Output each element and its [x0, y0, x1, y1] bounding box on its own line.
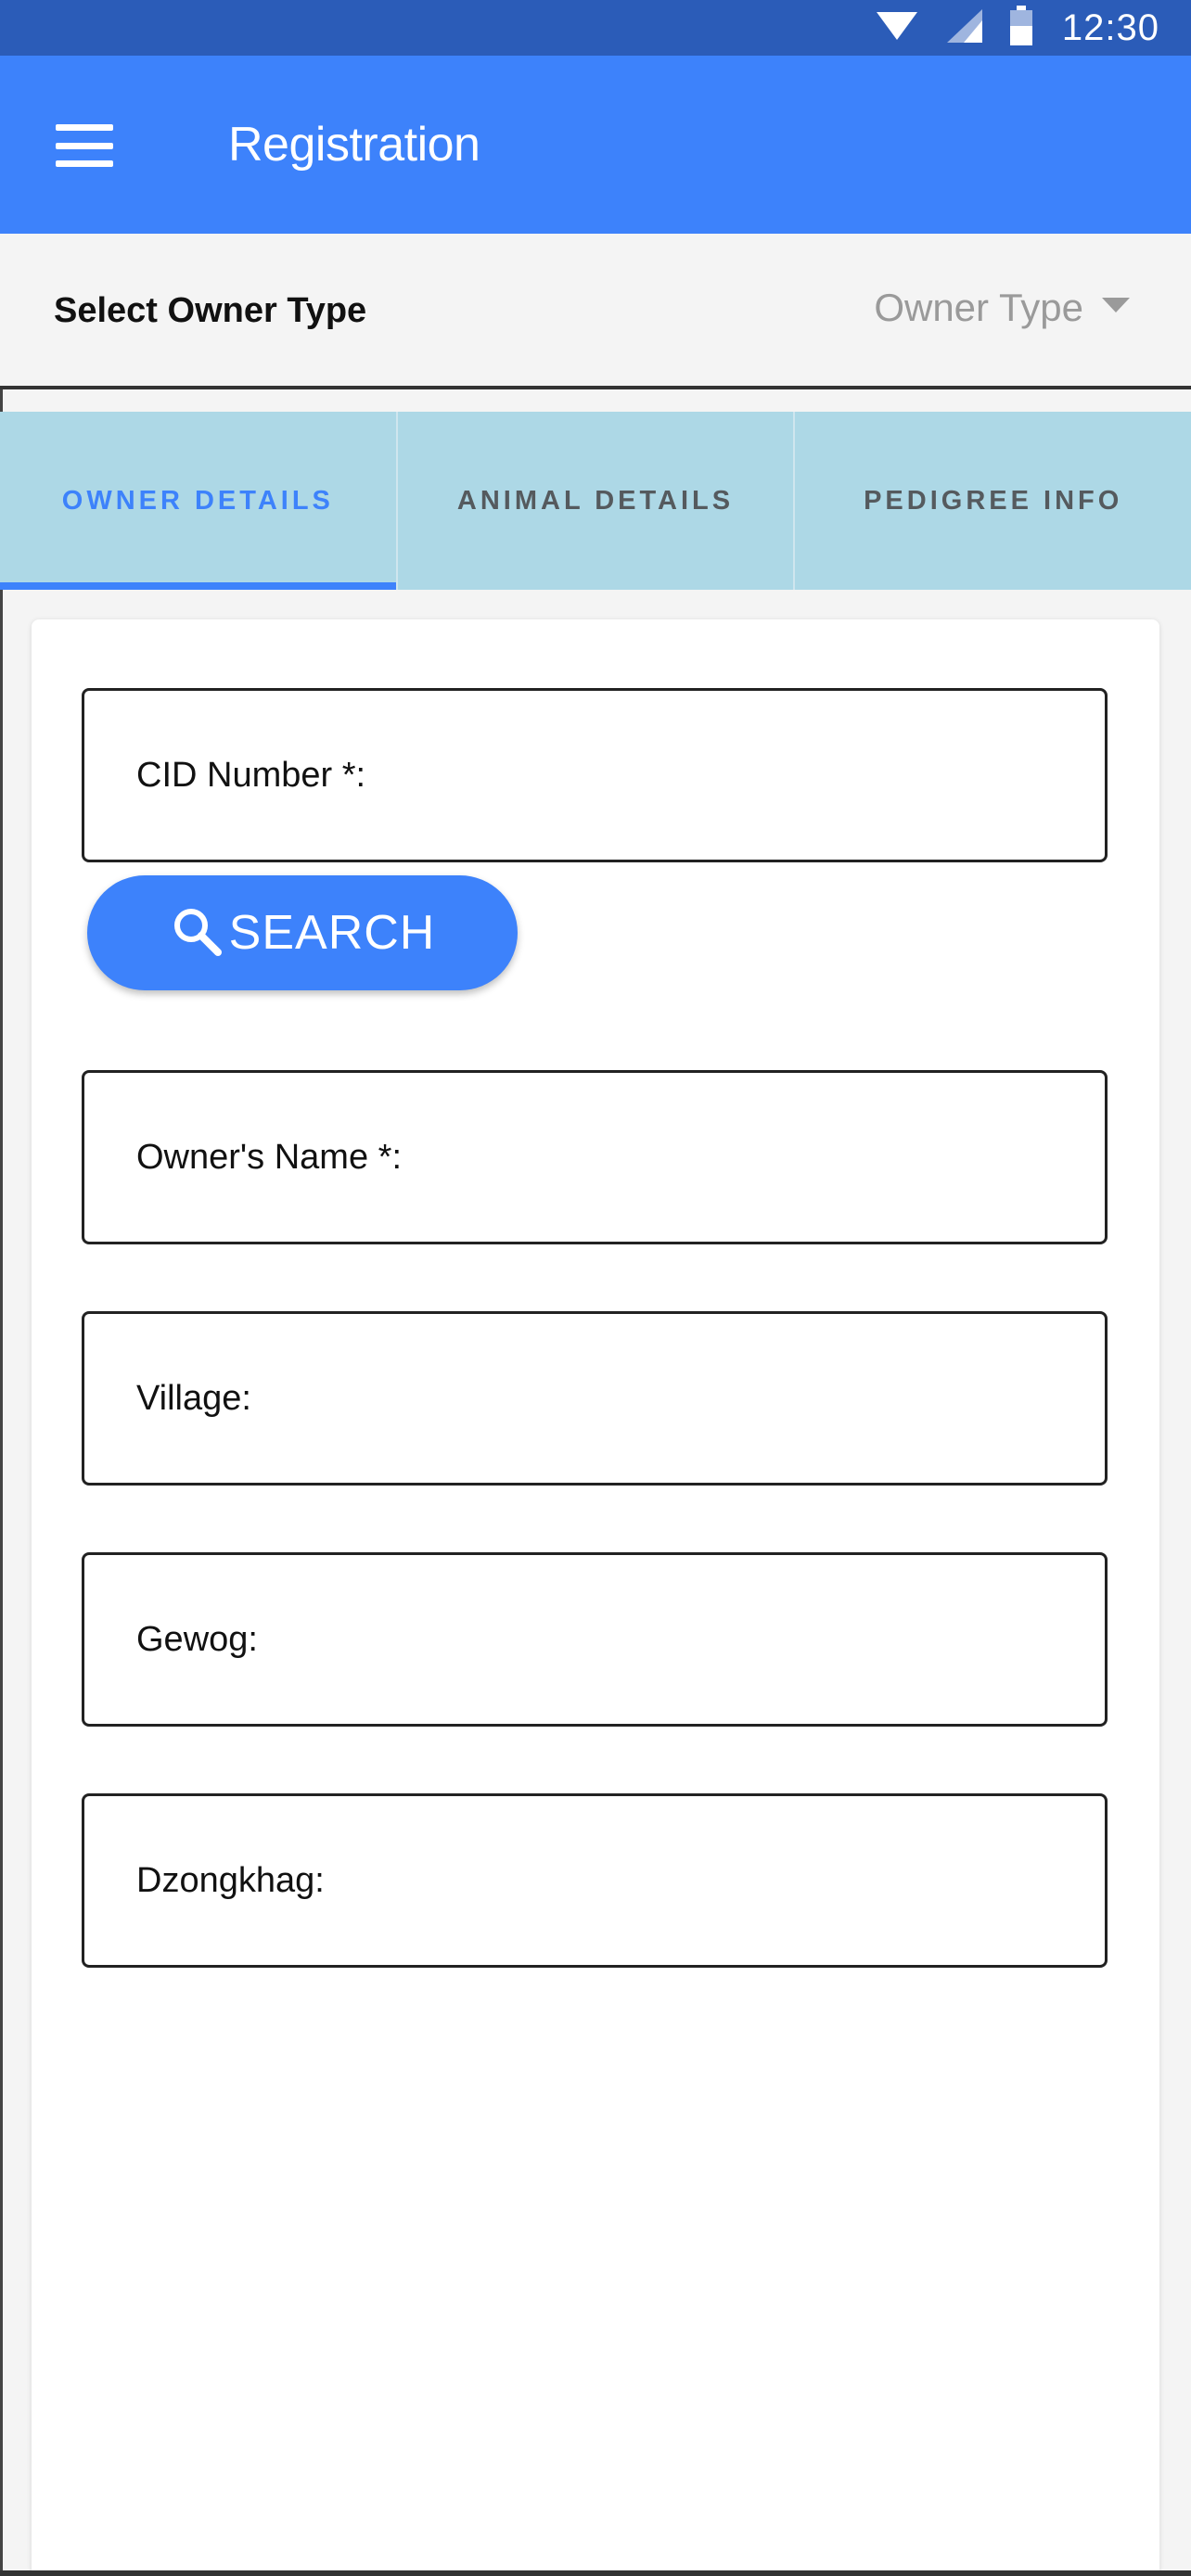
dzongkhag-input[interactable]: [136, 1909, 1077, 1958]
cell-signal-icon: [943, 7, 984, 49]
menu-line: [56, 160, 113, 167]
tab-animal-details[interactable]: ANIMAL DETAILS: [398, 412, 796, 590]
search-icon: [170, 904, 224, 963]
village-label: Village:: [136, 1379, 251, 1418]
owner-name-input[interactable]: [136, 1186, 1077, 1234]
gewog-input[interactable]: [136, 1668, 1077, 1716]
window-edge-bottom: [0, 2570, 1191, 2576]
page-title: Registration: [228, 118, 480, 172]
owner-name-field[interactable]: Owner's Name *:: [82, 1070, 1108, 1244]
owner-type-label: Select Owner Type: [54, 291, 367, 330]
tab-owner-details[interactable]: OWNER DETAILS: [0, 412, 398, 590]
cid-number-label: CID Number *:: [136, 756, 366, 795]
owner-type-placeholder: Owner Type: [874, 286, 1083, 329]
wifi-icon: [875, 8, 919, 48]
owner-type-dropdown[interactable]: Owner Type: [874, 286, 1130, 330]
battery-icon: [1008, 5, 1034, 51]
status-bar: 12:30: [0, 0, 1191, 56]
gewog-field[interactable]: Gewog:: [82, 1552, 1108, 1727]
village-input[interactable]: [136, 1427, 1077, 1475]
menu-line: [56, 124, 113, 131]
owner-type-row: Select Owner Type Owner Type: [0, 234, 1191, 389]
dzongkhag-field[interactable]: Dzongkhag:: [82, 1793, 1108, 1968]
owner-name-label: Owner's Name *:: [136, 1138, 403, 1177]
search-button-label: SEARCH: [228, 906, 436, 960]
status-time: 12:30: [1061, 6, 1159, 48]
owner-details-card: CID Number *: SEARCH Owner's Name *: Vil…: [32, 619, 1159, 2576]
chevron-down-icon: [1102, 298, 1130, 312]
dzongkhag-label: Dzongkhag:: [136, 1861, 325, 1900]
app-bar: Registration: [0, 56, 1191, 234]
menu-line: [56, 142, 113, 149]
search-button[interactable]: SEARCH: [87, 875, 518, 990]
village-field[interactable]: Village:: [82, 1311, 1108, 1486]
tab-bar: OWNER DETAILS ANIMAL DETAILS PEDIGREE IN…: [0, 412, 1191, 590]
cid-number-field[interactable]: CID Number *:: [82, 688, 1108, 862]
hamburger-menu-icon[interactable]: [50, 121, 128, 171]
tab-pedigree-info[interactable]: PEDIGREE INFO: [795, 412, 1191, 590]
gewog-label: Gewog:: [136, 1620, 258, 1659]
cid-number-input[interactable]: [136, 804, 1077, 852]
